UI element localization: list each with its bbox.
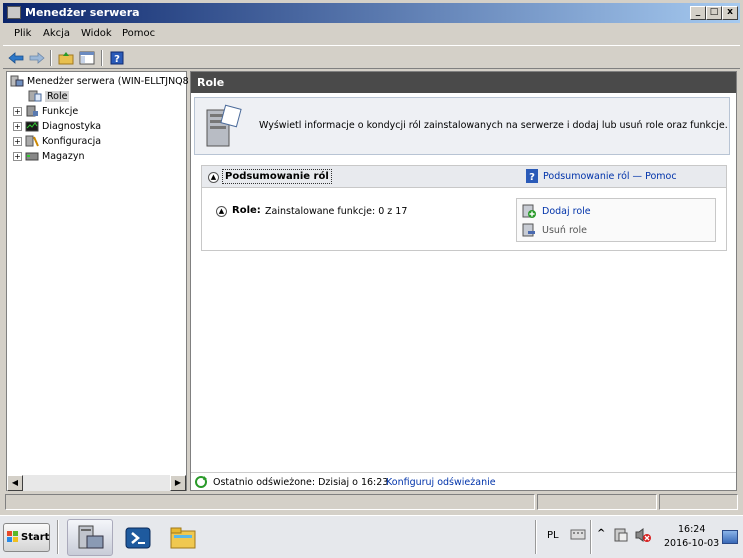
tree-item-label: Magazyn: [42, 150, 85, 162]
minimize-button[interactable]: _: [690, 6, 706, 20]
main-header: Role: [191, 72, 736, 93]
window-title: Menedżer serwera: [25, 6, 140, 19]
show-hide-console-tree-icon[interactable]: [78, 49, 96, 67]
configure-refresh-link[interactable]: Konfiguruj odświeżanie: [386, 477, 496, 488]
close-button[interactable]: x: [722, 6, 738, 20]
tree-item-funkcje[interactable]: + Funkcje: [13, 104, 78, 118]
clock-time[interactable]: 16:24: [678, 524, 705, 535]
show-hidden-icons-chevron-icon[interactable]: ^: [597, 528, 605, 539]
taskbar-powershell[interactable]: [115, 519, 161, 556]
roles-summary-help-link[interactable]: Podsumowanie ról — Pomoc: [543, 171, 677, 182]
collapse-icon: ▲: [216, 206, 227, 217]
tree-item-konfiguracja[interactable]: + Konfiguracja: [13, 134, 101, 148]
roles-summary-title: Podsumowanie ról: [222, 169, 332, 184]
roles-summary-header: ▲ Podsumowanie ról ? Podsumowanie ról — …: [202, 166, 726, 188]
show-desktop-button[interactable]: [722, 530, 738, 544]
main-pane: Role Wyświetl informacje o kondycji ról …: [190, 71, 737, 491]
info-banner: Wyświetl informacje o kondycji ról zains…: [194, 97, 730, 155]
taskbar-explorer[interactable]: [160, 519, 206, 556]
toolbar-separator: [50, 50, 52, 66]
info-text: Wyświetl informacje o kondycji ról zains…: [259, 120, 728, 131]
tree-item-label: Funkcje: [42, 105, 79, 117]
toolbar-separator: [101, 50, 103, 66]
menu-pomoc[interactable]: Pomoc: [122, 28, 155, 39]
server-manager-icon: [10, 75, 24, 87]
main-header-title: Role: [197, 76, 225, 89]
refresh-status-bar: Ostatnio odświeżone: Dzisiaj o 16:23 Kon…: [191, 472, 736, 490]
roles-summary-panel: ▲ Podsumowanie ról ? Podsumowanie ról — …: [201, 165, 727, 251]
up-folder-icon[interactable]: [57, 49, 75, 67]
folder-icon: [170, 527, 196, 548]
help-icon[interactable]: ?: [108, 49, 126, 67]
roles-label: Role:: [232, 205, 261, 216]
configuration-icon: [25, 135, 39, 147]
title-bar: Menedżer serwera _ □ x: [3, 3, 740, 23]
windows-logo-icon: [7, 531, 19, 546]
forward-arrow-icon[interactable]: [28, 49, 46, 67]
console-tree: Menedżer serwera (WIN-ELLTJNQ8 Role + Fu…: [6, 71, 189, 491]
refresh-icon[interactable]: [194, 475, 208, 492]
roles-installed-count: Zainstalowane funkcje: 0 z 17: [265, 206, 408, 217]
taskbar-server-manager[interactable]: [67, 519, 113, 556]
expand-icon[interactable]: +: [13, 121, 22, 131]
tree-horizontal-scrollbar[interactable]: ◀ ▶: [7, 475, 186, 491]
maximize-button[interactable]: □: [706, 6, 722, 20]
action-center-icon[interactable]: [613, 527, 629, 546]
remove-roles-link: Usuń role: [542, 225, 587, 236]
menu-widok[interactable]: Widok: [81, 28, 112, 39]
taskbar-separator: [535, 520, 537, 554]
start-label: Start: [21, 532, 50, 543]
menu-plik[interactable]: Plik: [14, 28, 31, 39]
collapse-summary-button[interactable]: ▲: [208, 171, 219, 183]
scroll-right-icon[interactable]: ▶: [170, 475, 186, 491]
server-manager-icon: [78, 525, 104, 548]
svg-text:?: ?: [114, 54, 120, 65]
svg-text:?: ?: [529, 172, 535, 183]
language-indicator[interactable]: PL: [547, 530, 559, 541]
expand-icon[interactable]: +: [13, 106, 22, 116]
expand-icon[interactable]: +: [13, 136, 22, 146]
status-bar-panel: [5, 494, 535, 510]
status-bar: [3, 493, 740, 511]
help-icon: ?: [526, 169, 538, 186]
taskbar-separator: [57, 520, 59, 554]
menu-akcja[interactable]: Akcja: [43, 28, 70, 39]
storage-icon: [25, 150, 39, 162]
server-roles-icon: [203, 104, 243, 153]
add-roles-icon: [522, 204, 536, 221]
expand-icon[interactable]: +: [13, 151, 22, 161]
tree-root-label: Menedżer serwera (WIN-ELLTJNQ8: [27, 75, 189, 87]
remove-roles-icon: [522, 223, 536, 240]
server-manager-app-icon: [7, 6, 21, 19]
last-refreshed-text: Ostatnio odświeżone: Dzisiaj o 16:23: [213, 477, 389, 488]
collapse-icon: ▲: [208, 172, 219, 183]
tree-item-label: Konfiguracja: [42, 135, 102, 147]
tree-item-magazyn[interactable]: + Magazyn: [13, 149, 85, 163]
features-icon: [25, 105, 39, 117]
toolbar: ?: [3, 45, 740, 69]
tree-item-diagnostyka[interactable]: + Diagnostyka: [13, 119, 101, 133]
clock-date[interactable]: 2016-10-03: [664, 538, 719, 549]
diagnostics-icon: [25, 120, 39, 132]
status-bar-panel: [537, 494, 657, 510]
roles-icon: [28, 90, 42, 102]
add-roles-link[interactable]: Dodaj role: [542, 206, 591, 217]
menu-bar: Plik Akcja Widok Pomoc: [3, 24, 740, 44]
keyboard-icon[interactable]: [570, 527, 586, 544]
roles-actions-panel: Dodaj role Usuń role: [516, 198, 716, 242]
taskbar: Start PL ^ 16:24 2016-10-03: [0, 515, 743, 558]
tree-item-label: Diagnostyka: [42, 120, 102, 132]
status-bar-panel: [659, 494, 738, 510]
tree-item-label: Role: [45, 90, 70, 102]
powershell-icon: [125, 527, 151, 548]
tree-root-server-manager[interactable]: Menedżer serwera (WIN-ELLTJNQ8: [10, 74, 189, 88]
back-arrow-icon[interactable]: [7, 49, 25, 67]
scroll-left-icon[interactable]: ◀: [7, 475, 23, 491]
taskbar-separator: [590, 520, 592, 554]
start-button[interactable]: Start: [3, 523, 50, 552]
volume-muted-icon[interactable]: [634, 527, 652, 546]
tree-item-role[interactable]: Role: [28, 89, 70, 103]
collapse-roles-button[interactable]: ▲: [216, 205, 227, 217]
